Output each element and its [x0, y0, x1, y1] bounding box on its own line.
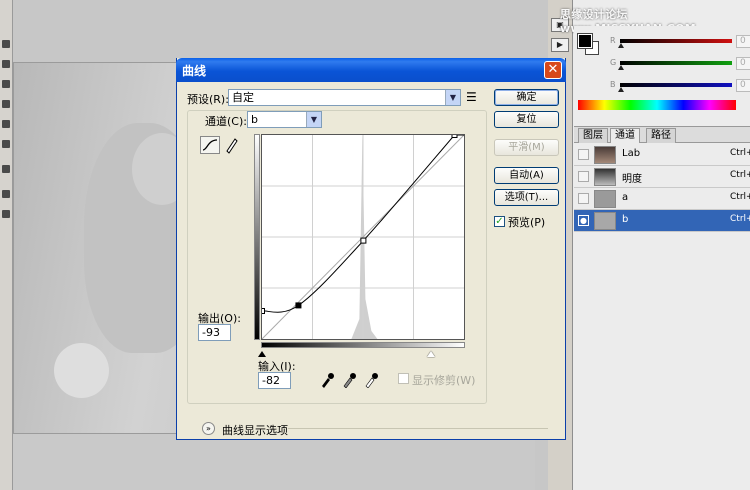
color-slider-g[interactable]: G 0 — [610, 57, 750, 72]
dodge-tool-icon[interactable] — [2, 100, 10, 108]
r-thumb[interactable] — [618, 43, 624, 48]
canvas-lower-area — [13, 434, 535, 490]
channel-row-lab[interactable]: Lab Ctrl+~ — [574, 144, 750, 166]
eye-icon[interactable]: ● — [578, 215, 589, 226]
preview-checkbox[interactable]: ✓ — [494, 216, 505, 227]
preview-label: 预览(P) — [508, 216, 546, 229]
curve-point — [360, 237, 367, 244]
dialog-title: 曲线 — [182, 64, 207, 78]
black-point-slider-icon[interactable] — [257, 350, 267, 358]
show-clipping-checkbox[interactable] — [398, 373, 409, 384]
channel-thumbnail — [594, 190, 616, 208]
preset-label: 预设(R): — [187, 93, 229, 106]
color-spectrum[interactable] — [578, 100, 736, 110]
channel-thumbnail — [594, 168, 616, 186]
close-button[interactable]: ✕ — [544, 61, 562, 79]
brush-tool-icon[interactable] — [2, 40, 10, 48]
channels-panel: 图层 通道 路径 Lab Ctrl+~ 明度 Ctrl+1 a Ctrl+2 ●… — [574, 126, 750, 490]
channel-row-b[interactable]: ● b Ctrl+3 — [574, 210, 750, 232]
foreground-color-swatch[interactable] — [577, 33, 593, 49]
shape-tool-icon[interactable] — [2, 165, 10, 173]
chevron-down-icon[interactable]: » — [202, 422, 215, 435]
pencil-draw-icon[interactable] — [224, 136, 238, 154]
smooth-button[interactable]: 平滑(M) — [494, 139, 559, 156]
curve-display-options-label[interactable]: 曲线显示选项 — [222, 422, 288, 438]
pen-tool-icon[interactable] — [2, 120, 10, 128]
g-thumb[interactable] — [618, 65, 624, 70]
white-point-slider-icon[interactable] — [426, 350, 436, 358]
eraser-tool-icon[interactable] — [2, 60, 10, 68]
output-gradient-bar — [254, 134, 260, 340]
channel-label: 通道(C): — [205, 115, 247, 128]
color-panel: R 0 G 0 B 0 — [574, 26, 750, 121]
g-value[interactable]: 0 — [736, 57, 750, 70]
curve-edit-points-icon[interactable] — [200, 136, 220, 154]
dialog-body: 预设(R): 自定 ▼ ☰ 通道(C): b ▼ 输出(O): -93 输入(I… — [180, 82, 562, 438]
g-bar — [620, 61, 732, 65]
tab-layers[interactable]: 图层 — [578, 128, 608, 143]
visibility-toggle[interactable] — [578, 149, 589, 160]
color-slider-r[interactable]: R 0 — [610, 35, 750, 50]
channel-thumbnail — [594, 212, 616, 230]
curve-point — [451, 135, 458, 138]
output-field[interactable]: -93 — [198, 324, 231, 341]
panel-tabs: 图层 通道 路径 — [574, 127, 750, 143]
tools-strip — [0, 0, 13, 490]
hand-tool-icon[interactable] — [2, 190, 10, 198]
auto-button[interactable]: 自动(A) — [494, 167, 559, 184]
chevron-down-icon: ▼ — [445, 90, 460, 105]
channel-thumbnail — [594, 146, 616, 164]
options-button[interactable]: 选项(T)... — [494, 189, 559, 206]
gradient-tool-icon[interactable] — [2, 80, 10, 88]
b-thumb[interactable] — [618, 87, 624, 92]
chevron-down-icon: ▼ — [306, 112, 321, 127]
curves-dialog: 曲线 ✕ 预设(R): 自定 ▼ ☰ 通道(C): b ▼ 输出(O): -93… — [176, 58, 566, 440]
curve-point — [262, 308, 265, 314]
channel-row-a[interactable]: a Ctrl+2 — [574, 188, 750, 210]
tab-paths[interactable]: 路径 — [646, 128, 676, 143]
b-value[interactable]: 0 — [736, 79, 750, 92]
divider — [288, 428, 548, 429]
r-bar — [620, 39, 732, 43]
ok-button[interactable]: 确定 — [494, 89, 559, 106]
input-field[interactable]: -82 — [258, 372, 291, 389]
color-slider-b[interactable]: B 0 — [610, 79, 750, 94]
tab-channels[interactable]: 通道 — [610, 128, 640, 143]
preset-select[interactable]: 自定 ▼ — [228, 89, 461, 106]
curve-graph[interactable] — [261, 134, 465, 340]
zoom-tool-icon[interactable] — [2, 210, 10, 218]
curve-svg[interactable] — [262, 135, 464, 339]
visibility-toggle[interactable] — [578, 193, 589, 204]
actions-icon[interactable]: ▶ — [551, 38, 569, 52]
show-clipping-label: 显示修剪(W) — [412, 374, 476, 387]
input-gradient-bar — [261, 342, 465, 348]
channel-row-lightness[interactable]: 明度 Ctrl+1 — [574, 166, 750, 188]
type-tool-icon[interactable] — [2, 140, 10, 148]
flower-shape — [54, 343, 109, 398]
preset-options-icon[interactable]: ☰ — [466, 90, 477, 104]
gray-eyedropper-icon[interactable] — [342, 372, 356, 389]
curve-point — [295, 302, 302, 309]
black-eyedropper-icon[interactable] — [320, 372, 334, 388]
channel-select[interactable]: b ▼ — [247, 111, 322, 128]
r-value[interactable]: 0 — [736, 35, 750, 48]
b-bar — [620, 83, 732, 87]
dialog-titlebar[interactable]: 曲线 ✕ — [176, 58, 566, 82]
reset-button[interactable]: 复位 — [494, 111, 559, 128]
white-eyedropper-icon[interactable] — [364, 372, 378, 389]
visibility-toggle[interactable] — [578, 171, 589, 182]
